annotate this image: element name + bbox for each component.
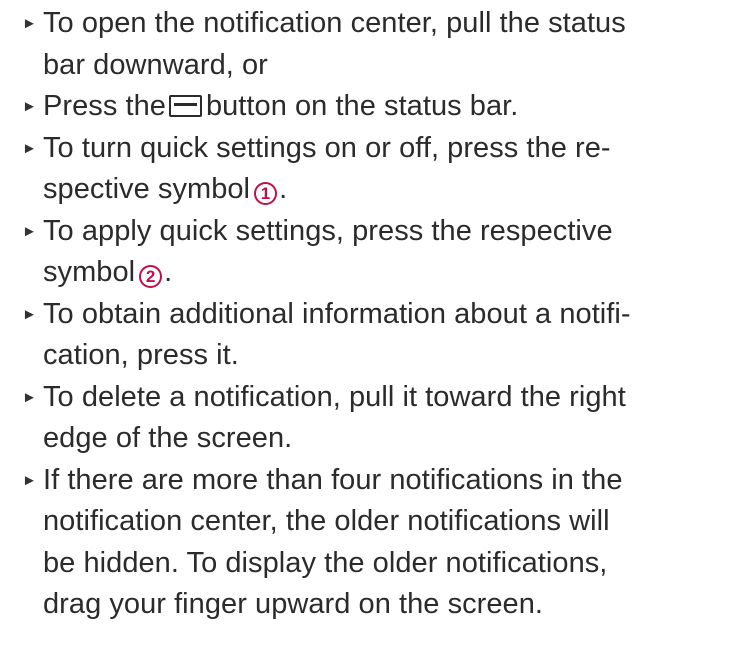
step-text-line: To turn quick settings on or off, press … <box>43 131 611 164</box>
step-text-line: be hidden. To display the older notifica… <box>43 546 608 579</box>
bullet-arrow-icon: ► <box>22 305 37 323</box>
step-text: . <box>164 256 173 288</box>
bullet-arrow-icon: ► <box>22 15 37 32</box>
step-text: symbol <box>43 256 136 288</box>
callout-number-2-icon: 2 <box>139 265 163 288</box>
step-text-line: Press the button on the status bar. <box>43 86 727 128</box>
step-text-line: To open the notification center, pull th… <box>43 7 626 39</box>
step-text-line: If there are more than four notification… <box>43 463 623 496</box>
instruction-page: ► To open the notification center, pull … <box>0 0 737 666</box>
instruction-steps-list: ► To open the notification center, pull … <box>22 3 727 626</box>
step-text: . <box>279 173 288 205</box>
bullet-arrow-icon: ► <box>22 139 37 157</box>
step-text-line: bar downward, or <box>43 48 268 81</box>
step-press-status-bar-button: ► Press the button on the status bar. <box>22 86 727 128</box>
bullet-arrow-icon: ► <box>22 98 37 115</box>
step-open-notification-center: ► To open the notification center, pull … <box>22 3 727 86</box>
step-text-line: edge of the screen. <box>43 422 293 454</box>
bullet-arrow-icon: ► <box>22 471 37 489</box>
step-text: Press the <box>43 90 166 122</box>
bullet-arrow-icon: ► <box>22 388 37 406</box>
menu-button-icon <box>168 95 202 117</box>
step-notification-info: ► To obtain additional information about… <box>22 294 727 377</box>
step-text: button on the status bar. <box>205 90 519 122</box>
step-toggle-quick-settings: ► To turn quick settings on or off, pres… <box>22 128 727 211</box>
step-text-line: notification center, the older notificat… <box>43 505 610 537</box>
step-text-line: To apply quick settings, press the respe… <box>43 214 613 247</box>
step-text: spective symbol <box>43 173 251 205</box>
step-text-line: spective symbol 1. <box>43 169 727 211</box>
step-text-line: drag your finger upward on the screen. <box>43 588 544 620</box>
bullet-arrow-icon: ► <box>22 222 37 240</box>
step-text-line: To delete a notification, pull it toward… <box>43 380 626 413</box>
step-older-notifications: ► If there are more than four notificati… <box>22 460 727 626</box>
step-text-line: symbol 2. <box>43 252 727 294</box>
step-apply-quick-settings: ► To apply quick settings, press the res… <box>22 211 727 294</box>
step-delete-notification: ► To delete a notification, pull it towa… <box>22 377 727 460</box>
step-text-line: To obtain additional information about a… <box>43 297 631 330</box>
callout-number-1-icon: 1 <box>254 182 278 205</box>
step-text-line: cation, press it. <box>43 339 239 371</box>
